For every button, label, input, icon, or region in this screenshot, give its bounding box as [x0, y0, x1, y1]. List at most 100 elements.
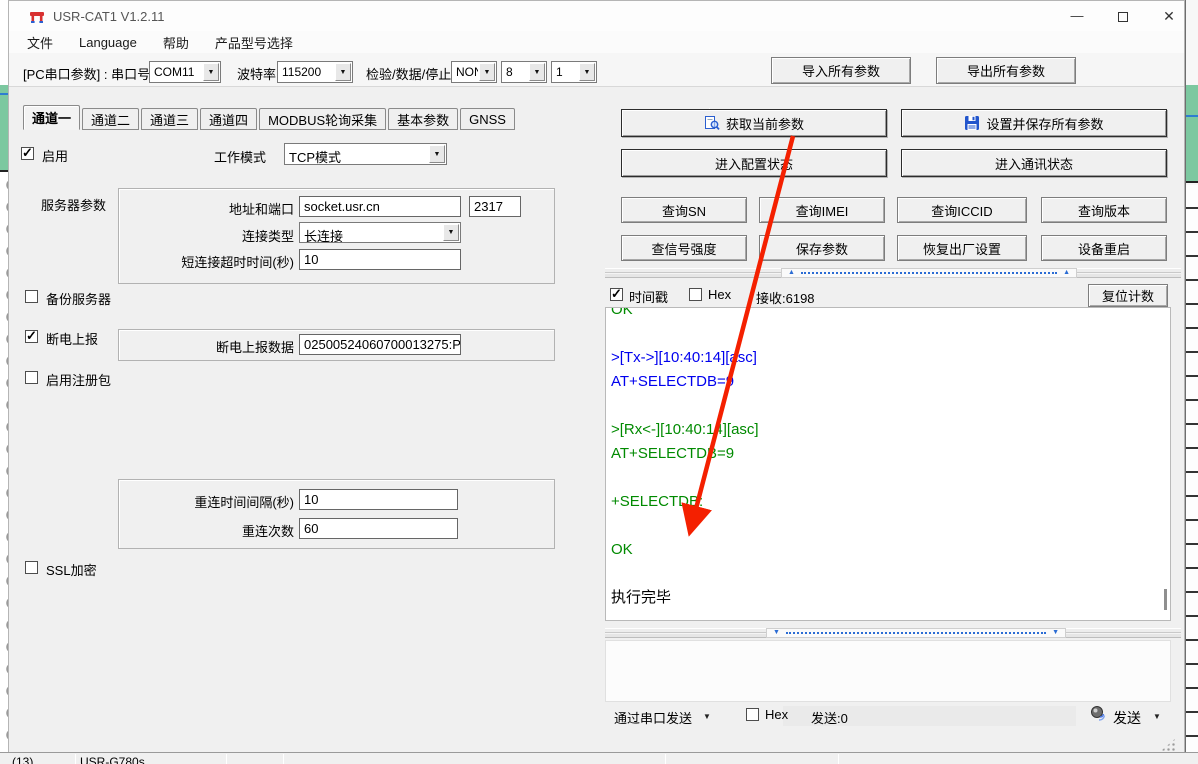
- get-current-params-button[interactable]: 获取当前参数: [621, 109, 887, 137]
- log-scrollbar-thumb[interactable]: [1164, 589, 1167, 610]
- tab-gnss[interactable]: GNSS: [460, 108, 515, 130]
- ssl-checkbox[interactable]: [25, 561, 38, 574]
- log-line: [611, 466, 1170, 490]
- chevron-down-icon[interactable]: ▼: [1153, 712, 1161, 721]
- chevron-down-icon[interactable]: ▼: [579, 63, 595, 81]
- background-window-right-edge: [1185, 0, 1198, 764]
- log-bottom-splitter[interactable]: ▼ ▼: [605, 628, 1181, 638]
- reg-pack-checkbox[interactable]: [25, 371, 38, 384]
- log-output[interactable]: OK >[Tx->][10:40:14][asc] AT+SELECTDB=9 …: [605, 307, 1171, 621]
- backup-server-label: 备份服务器: [46, 289, 111, 308]
- reconnect-interval-label: 重连时间间隔(秒): [118, 492, 294, 511]
- parity-select[interactable]: NONI ▼: [451, 61, 497, 83]
- backup-server-checkbox[interactable]: [25, 290, 38, 303]
- log-line: [611, 514, 1170, 538]
- splitter-handle[interactable]: ▲ ▲: [781, 268, 1077, 278]
- send-hex-label: Hex: [765, 707, 788, 722]
- menu-help[interactable]: 帮助: [163, 33, 189, 52]
- reboot-device-button[interactable]: 设备重启: [1041, 235, 1167, 261]
- timestamp-label: 时间戳: [629, 287, 668, 306]
- tab-basic-params[interactable]: 基本参数: [388, 108, 458, 130]
- reconnect-interval-input[interactable]: 10: [299, 489, 458, 510]
- channel-tabs: 通道一 通道二 通道三 通道四 MODBUS轮询采集 基本参数 GNSS: [23, 105, 517, 130]
- status-cell: USR-G780s: [80, 755, 145, 764]
- baud-rate-select[interactable]: 115200 ▼: [277, 61, 353, 83]
- reset-counter-button[interactable]: 复位计数: [1088, 284, 1168, 307]
- server-address-input[interactable]: socket.usr.cn: [299, 196, 461, 217]
- recv-hex-checkbox[interactable]: [689, 288, 702, 301]
- query-sn-button[interactable]: 查询SN: [621, 197, 747, 223]
- reconnect-times-input[interactable]: 60: [299, 518, 458, 539]
- server-port-input[interactable]: 2317: [469, 196, 521, 217]
- send-hex-checkbox[interactable]: [746, 708, 759, 721]
- tab-channel-1[interactable]: 通道一: [23, 105, 80, 130]
- set-save-all-params-button[interactable]: 设置并保存所有参数: [901, 109, 1167, 137]
- log-line: AT+SELECTDB=9: [611, 442, 1170, 466]
- export-params-button[interactable]: 导出所有参数: [936, 57, 1076, 84]
- factory-reset-button[interactable]: 恢复出厂设置: [897, 235, 1027, 261]
- work-mode-select[interactable]: TCP模式 ▼: [284, 143, 447, 165]
- enter-comm-mode-button[interactable]: 进入通讯状态: [901, 149, 1167, 177]
- server-params-label: 服务器参数: [41, 195, 106, 214]
- serial-port-label: [PC串口参数] : 串口号: [23, 64, 150, 83]
- close-button[interactable]: ✕: [1147, 1, 1191, 31]
- send-via-serial-dropdown[interactable]: 通过串口发送: [614, 708, 692, 727]
- enable-checkbox[interactable]: [21, 147, 34, 160]
- tab-channel-3[interactable]: 通道三: [141, 108, 198, 130]
- resize-grip[interactable]: [1161, 737, 1177, 751]
- menu-product-model[interactable]: 产品型号选择: [215, 33, 293, 52]
- log-line: >[Tx->][10:40:14][asc]: [611, 346, 1170, 370]
- tab-channel-4[interactable]: 通道四: [200, 108, 257, 130]
- window-title: USR-CAT1 V1.2.11: [53, 9, 165, 24]
- menu-bar: 文件 Language 帮助 产品型号选择: [9, 31, 1184, 53]
- minimize-button[interactable]: —: [1055, 1, 1099, 31]
- chevron-down-icon[interactable]: ▼: [203, 63, 219, 81]
- triangle-down-icon: ▼: [773, 628, 780, 638]
- power-data-input[interactable]: 02500524060700013275:PO: [299, 334, 461, 355]
- triangle-up-icon: ▲: [788, 268, 795, 278]
- query-iccid-button[interactable]: 查询ICCID: [897, 197, 1027, 223]
- conn-type-select[interactable]: 长连接 ▼: [299, 222, 461, 243]
- search-document-icon: [704, 115, 720, 131]
- chevron-down-icon[interactable]: ▼: [429, 145, 445, 163]
- log-line: [611, 394, 1170, 418]
- data-bits-select[interactable]: 8 ▼: [501, 61, 547, 83]
- chevron-down-icon[interactable]: ▼: [335, 63, 351, 81]
- parity-data-stop-label: 检验/数据/停止: [366, 64, 451, 83]
- tab-channel-2[interactable]: 通道二: [82, 108, 139, 130]
- background-green-strip-right: [1186, 85, 1198, 183]
- log-line: AT+SELECTDB=9: [611, 370, 1170, 394]
- baud-rate-label: 波特率: [237, 64, 276, 83]
- send-input-area[interactable]: [605, 640, 1171, 702]
- enter-config-mode-button[interactable]: 进入配置状态: [621, 149, 887, 177]
- query-imei-button[interactable]: 查询IMEI: [759, 197, 885, 223]
- chevron-down-icon[interactable]: ▼: [703, 712, 711, 721]
- serial-toolbar: [PC串口参数] : 串口号 COM11 ▼ 波特率 115200 ▼ 检验/数…: [9, 53, 1184, 87]
- log-top-splitter[interactable]: ▲ ▲: [605, 268, 1181, 278]
- app-window: USR-CAT1 V1.2.11 — ✕ 文件 Language 帮助 产品型号…: [8, 0, 1185, 753]
- timestamp-checkbox[interactable]: [610, 288, 623, 301]
- title-bar: USR-CAT1 V1.2.11 — ✕: [9, 1, 1184, 31]
- menu-file[interactable]: 文件: [27, 33, 53, 52]
- work-mode-label: 工作模式: [214, 147, 266, 166]
- save-params-button[interactable]: 保存参数: [759, 235, 885, 261]
- com-port-select[interactable]: COM11 ▼: [149, 61, 221, 83]
- send-button[interactable]: 发送: [1113, 708, 1141, 728]
- stop-bits-select[interactable]: 1 ▼: [551, 61, 597, 83]
- log-line: 执行完毕: [611, 586, 1170, 610]
- power-data-label: 断电上报数据: [118, 337, 294, 356]
- query-signal-button[interactable]: 查信号强度: [621, 235, 747, 261]
- chevron-down-icon[interactable]: ▼: [479, 63, 495, 81]
- power-report-checkbox[interactable]: [25, 330, 38, 343]
- maximize-button[interactable]: [1101, 1, 1145, 31]
- splitter-handle[interactable]: ▼ ▼: [766, 628, 1066, 638]
- chevron-down-icon[interactable]: ▼: [529, 63, 545, 81]
- conn-type-label: 连接类型: [118, 226, 294, 245]
- tab-modbus-polling[interactable]: MODBUS轮询采集: [259, 108, 386, 130]
- triangle-down-icon: ▼: [1052, 628, 1059, 638]
- import-params-button[interactable]: 导入所有参数: [771, 57, 911, 84]
- short-conn-timeout-input[interactable]: 10: [299, 249, 461, 270]
- menu-language[interactable]: Language: [79, 35, 137, 50]
- chevron-down-icon[interactable]: ▼: [443, 224, 459, 241]
- query-version-button[interactable]: 查询版本: [1041, 197, 1167, 223]
